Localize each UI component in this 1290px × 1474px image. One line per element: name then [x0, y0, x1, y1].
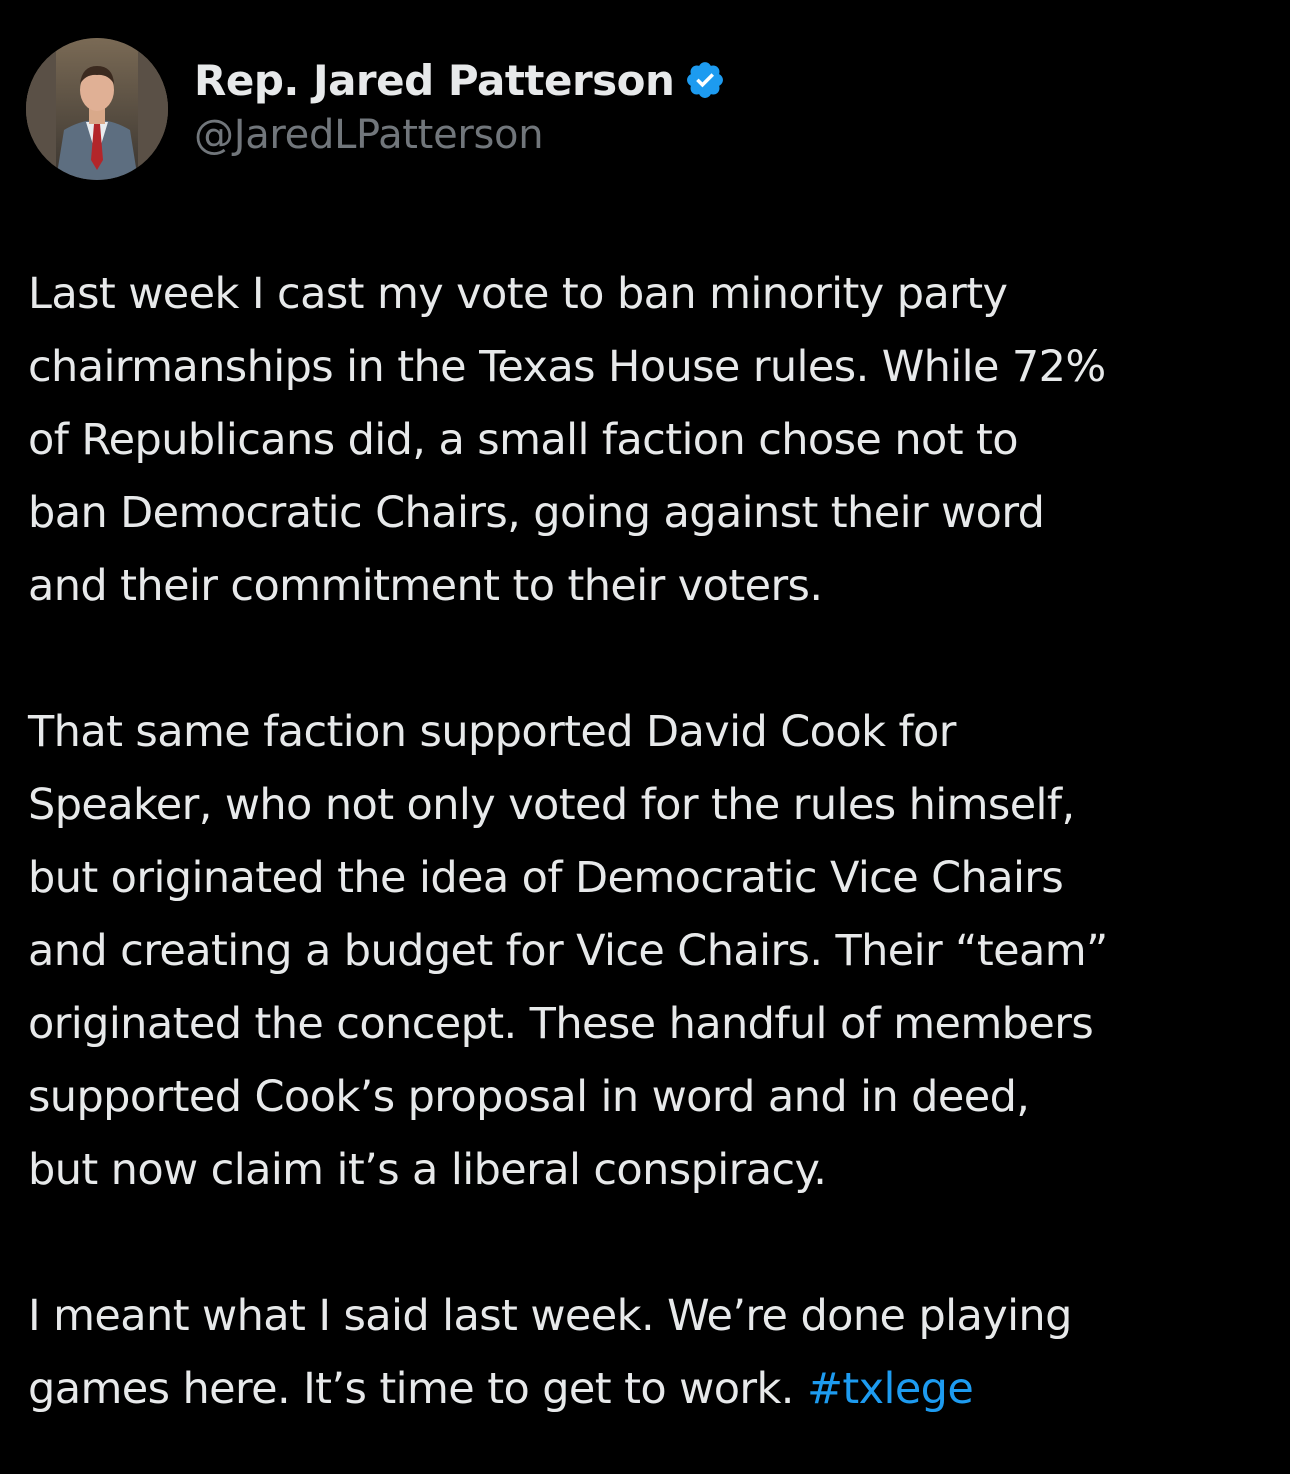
tweet-line: Speaker, who not only voted for the rule… [28, 780, 1075, 830]
tweet: Rep. Jared Patterson @JaredLPatterson La… [0, 0, 1290, 1474]
tweet-line: but now claim it’s a liberal conspiracy. [28, 1145, 827, 1195]
tweet-line: originated the concept. These handful of… [28, 999, 1094, 1049]
tweet-line: That same faction supported David Cook f… [28, 707, 956, 757]
name-row: Rep. Jared Patterson [194, 52, 726, 108]
avatar[interactable] [26, 38, 168, 180]
tweet-line: and creating a budget for Vice Chairs. T… [28, 926, 1108, 976]
tweet-line: chairmanships in the Texas House rules. … [28, 342, 1106, 392]
tweet-line: but originated the idea of Democratic Vi… [28, 853, 1064, 903]
tweet-line: I meant what I said last week. We’re don… [28, 1291, 1072, 1341]
hashtag-link[interactable]: #txlege [807, 1364, 974, 1414]
tweet-line: Last week I cast my vote to ban minority… [28, 269, 1008, 319]
display-name[interactable]: Rep. Jared Patterson [194, 56, 675, 105]
user-handle[interactable]: @JaredLPatterson [194, 112, 726, 158]
verified-badge-icon [684, 59, 726, 101]
tweet-line: and their commitment to their voters. [28, 561, 823, 611]
tweet-line-last: games here. It’s time to get to work. #t… [28, 1353, 1278, 1426]
tweet-text: Last week I cast my vote to ban minority… [28, 258, 1278, 1426]
tweet-line: of Republicans did, a small faction chos… [28, 415, 1019, 465]
tweet-line-text: games here. It’s time to get to work. [28, 1364, 807, 1414]
avatar-photo [26, 38, 168, 180]
tweet-line: supported Cook’s proposal in word and in… [28, 1072, 1030, 1122]
author-block: Rep. Jared Patterson @JaredLPatterson [194, 52, 726, 158]
tweet-line: ban Democratic Chairs, going against the… [28, 488, 1045, 538]
